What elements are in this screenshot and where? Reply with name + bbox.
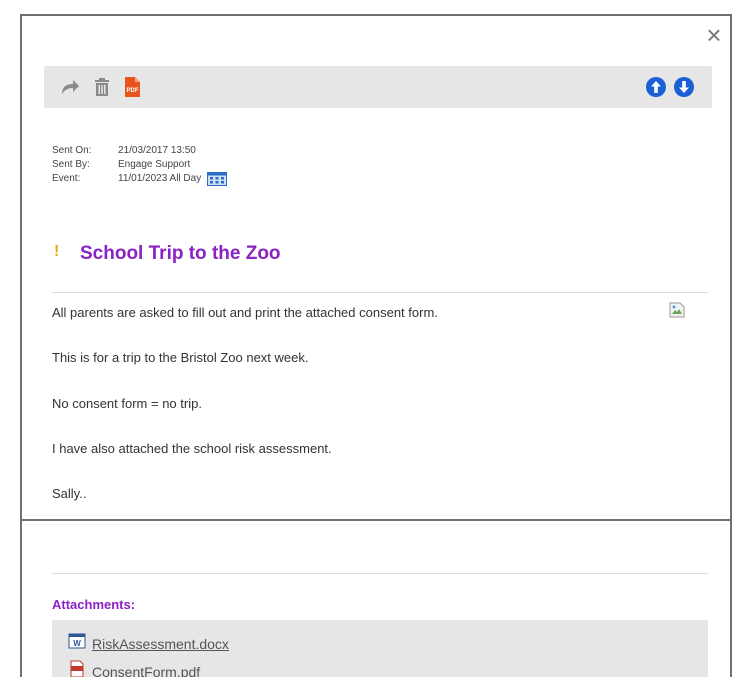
- message-toolbar: PDF: [44, 66, 712, 108]
- close-icon[interactable]: ×: [700, 22, 728, 50]
- section-separator: [20, 519, 732, 521]
- pdf-icon[interactable]: PDF: [120, 75, 144, 99]
- sent-on-row: Sent On: 21/03/2017 13:50: [52, 144, 227, 158]
- message-subject: ! School Trip to the Zoo: [54, 243, 281, 265]
- attachment-item-consentform[interactable]: ConsentForm.pdf: [68, 660, 200, 677]
- word-document-icon: W: [68, 632, 86, 655]
- sent-on-label: Sent On:: [52, 145, 92, 156]
- body-line-5: Sally..: [52, 486, 87, 501]
- attachments-heading: Attachments:: [52, 597, 136, 612]
- sent-by-row: Sent By: Engage Support: [52, 158, 227, 172]
- broken-image-icon: [668, 301, 686, 319]
- body-line-1: All parents are asked to fill out and pr…: [52, 305, 438, 320]
- svg-text:PDF: PDF: [127, 88, 139, 94]
- attachment-link[interactable]: ConsentForm.pdf: [92, 664, 200, 677]
- pdf-file-icon: [68, 660, 86, 677]
- forward-icon[interactable]: [58, 75, 82, 99]
- arrow-down-circle-icon[interactable]: [672, 75, 696, 99]
- trash-icon[interactable]: [90, 75, 114, 99]
- attachment-link[interactable]: RiskAssessment.docx: [92, 636, 229, 652]
- sent-by-label: Sent By:: [52, 159, 90, 170]
- event-row: Event: 11/01/2023 All Day: [52, 172, 228, 186]
- attachments-divider: [52, 573, 708, 574]
- svg-text:W: W: [73, 639, 81, 648]
- event-value-wrap: 11/01/2023 All Day: [118, 172, 228, 186]
- attachment-item-riskassessment[interactable]: W RiskAssessment.docx: [68, 632, 229, 655]
- body-line-2: This is for a trip to the Bristol Zoo ne…: [52, 350, 309, 365]
- event-value: 11/01/2023 All Day: [118, 173, 202, 184]
- subject-title: School Trip to the Zoo: [80, 243, 281, 264]
- attachments-list: W RiskAssessment.docx ConsentForm.pdf: [52, 620, 708, 677]
- calendar-icon[interactable]: [207, 172, 228, 186]
- body-line-4: I have also attached the school risk ass…: [52, 441, 332, 456]
- message-dialog: [20, 14, 732, 677]
- priority-icon: !: [54, 243, 60, 260]
- subject-divider: [52, 292, 708, 293]
- message-meta: Sent On: 21/03/2017 13:50 Sent By: Engag…: [52, 144, 228, 186]
- event-label: Event:: [52, 173, 81, 184]
- body-line-3: No consent form = no trip.: [52, 396, 202, 411]
- sent-on-value: 21/03/2017 13:50: [118, 145, 196, 156]
- sent-by-value: Engage Support: [118, 159, 191, 170]
- arrow-up-circle-icon[interactable]: [644, 75, 668, 99]
